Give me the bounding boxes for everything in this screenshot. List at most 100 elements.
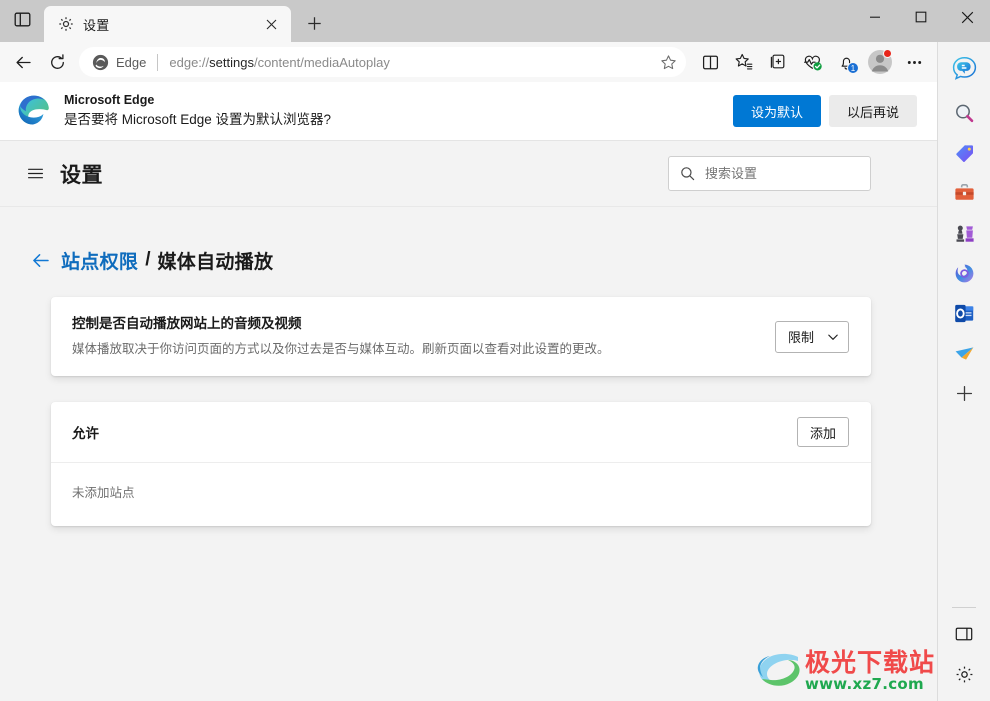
split-screen-icon [702, 55, 718, 69]
settings-and-more-button[interactable] [898, 47, 930, 77]
shopping-tag-icon [955, 144, 973, 162]
collections-button[interactable] [762, 47, 794, 77]
sidebar-settings-button[interactable] [945, 655, 983, 693]
send-plane-icon [955, 346, 973, 360]
edge-brand-icon [91, 53, 109, 71]
address-bar[interactable]: Edge edge://settings/content/mediaAutopl… [79, 47, 686, 77]
tab-title: 设置 [83, 17, 110, 33]
tab-settings[interactable]: 设置 [44, 6, 291, 42]
plus-icon [307, 16, 321, 30]
close-glyph [266, 19, 276, 29]
new-tab-button[interactable] [297, 6, 331, 40]
omnibox-brand-text: Edge [116, 54, 147, 70]
minimize-icon [870, 16, 880, 18]
star-outline-icon[interactable] [654, 48, 682, 76]
chevron-down-icon [826, 330, 839, 343]
back-arrow-icon[interactable] [25, 245, 55, 275]
sidebar-item-outlook[interactable] [945, 294, 983, 332]
window-controls [852, 0, 990, 34]
split-screen-button[interactable] [694, 47, 726, 77]
browser-toolbar: Edge edge://settings/content/mediaAutopl… [0, 42, 937, 82]
allow-list-card: 允许 添加 未添加站点 [51, 402, 871, 526]
maximize-icon [915, 11, 927, 23]
autoplay-control-row: 控制是否自动播放网站上的音频及视频 媒体播放取决于你访问页面的方式以及你过去是否… [51, 297, 871, 376]
url-path: /content/mediaAutoplay [253, 54, 390, 70]
refresh-icon [50, 53, 64, 69]
minimize-button[interactable] [852, 0, 898, 34]
favorites-button[interactable] [728, 47, 760, 77]
gear-glyph [58, 17, 73, 31]
sidebar-add-app-button[interactable] [945, 374, 983, 412]
sidebar-item-copilot[interactable] [945, 50, 983, 88]
autoplay-dropdown-value: 限制 [788, 330, 815, 345]
close-icon[interactable] [260, 13, 282, 35]
close-window-button[interactable] [944, 0, 990, 34]
breadcrumb: 站点权限 / 媒体自动播放 [25, 245, 871, 275]
add-site-button[interactable]: 添加 [796, 417, 849, 447]
notifications-button[interactable]: 1 [830, 47, 862, 77]
url-host: settings [209, 54, 254, 70]
set-default-button[interactable]: 设为默认 [732, 95, 821, 127]
sidebar-item-shopping[interactable] [945, 134, 983, 172]
sidebar-settings-gear-icon [956, 666, 972, 682]
favorites-icon [735, 53, 753, 70]
profile-button[interactable] [864, 47, 896, 77]
default-browser-banner: Microsoft Edge 是否要将 Microsoft Edge 设置为默认… [0, 82, 937, 141]
settings-search-box[interactable] [668, 156, 871, 191]
edge-logo-glyph [18, 95, 49, 125]
breadcrumb-parent-link[interactable]: 站点权限 [61, 247, 138, 274]
back-arrow-glyph [32, 253, 49, 267]
maximize-button[interactable] [898, 0, 944, 34]
tab-actions-icon[interactable] [0, 0, 44, 42]
back-arrow-icon [15, 56, 31, 68]
autoplay-settings-card: 控制是否自动播放网站上的音频及视频 媒体播放取决于你访问页面的方式以及你过去是否… [51, 297, 871, 376]
edge-logo-icon [16, 93, 52, 129]
close-window-icon [961, 11, 973, 23]
banner-title: Microsoft Edge [64, 93, 155, 107]
url-scheme: edge:// [169, 54, 210, 70]
title-bar: 设置 [0, 0, 990, 42]
breadcrumb-separator: / [145, 249, 151, 270]
edge-sidebar [937, 42, 990, 701]
sidebar-toggle-button[interactable] [945, 615, 983, 653]
autoplay-text-column: 控制是否自动播放网站上的音频及视频 媒体播放取决于你访问页面的方式以及你过去是否… [72, 314, 775, 359]
browser-essentials-icon [803, 55, 822, 70]
browser-window: 设置 Edge edge://settings/content/mediaAut… [0, 0, 990, 701]
tools-briefcase-icon [954, 183, 974, 200]
sidebar-item-microsoft-365[interactable] [945, 254, 983, 292]
banner-message: 是否要将 Microsoft Edge 设置为默认浏览器? [64, 112, 332, 127]
microsoft-365-icon [955, 264, 973, 282]
sidebar-item-games[interactable] [945, 214, 983, 252]
tab-actions-glyph [14, 12, 30, 26]
chevron-down-glyph [827, 334, 838, 340]
omnibox-url: edge://settings/content/mediaAutoplay [169, 55, 654, 70]
autoplay-description: 媒体播放取决于你访问页面的方式以及你过去是否与媒体互动。刷新页面以查看对此设置的… [72, 342, 610, 356]
search-icon [679, 165, 696, 182]
outlook-icon [954, 304, 973, 322]
banner-actions: 设为默认 以后再说 [732, 95, 917, 127]
sidebar-item-search[interactable] [945, 94, 983, 132]
sidebar-divider [952, 607, 976, 608]
profile-alert-badge [883, 49, 892, 58]
browser-essentials-button[interactable] [796, 47, 828, 77]
sidebar-item-send[interactable] [945, 334, 983, 372]
ellipsis-icon [907, 60, 921, 64]
hamburger-icon[interactable] [18, 157, 52, 191]
hamburger-glyph [27, 168, 43, 179]
settings-page: 设置 站点权限 / 媒体自动播 [0, 141, 937, 701]
remind-later-button[interactable]: 以后再说 [828, 95, 917, 127]
edge-brand-glyph [92, 54, 108, 70]
search-input[interactable] [705, 166, 860, 181]
sidebar-item-tools[interactable] [945, 174, 983, 212]
omnibox-divider [157, 53, 159, 71]
collections-icon [770, 54, 785, 69]
autoplay-dropdown[interactable]: 限制 [775, 320, 849, 353]
star-glyph [660, 54, 676, 69]
refresh-button[interactable] [41, 47, 73, 77]
search-glyph [681, 167, 695, 181]
notification-count-badge: 1 [847, 62, 859, 74]
back-button[interactable] [7, 47, 39, 77]
allow-list-header: 允许 添加 [51, 402, 871, 463]
settings-content: 站点权限 / 媒体自动播放 控制是否自动播放网站上的音频及视频 媒体播放取决于你… [0, 207, 937, 526]
breadcrumb-current: 媒体自动播放 [157, 251, 274, 273]
